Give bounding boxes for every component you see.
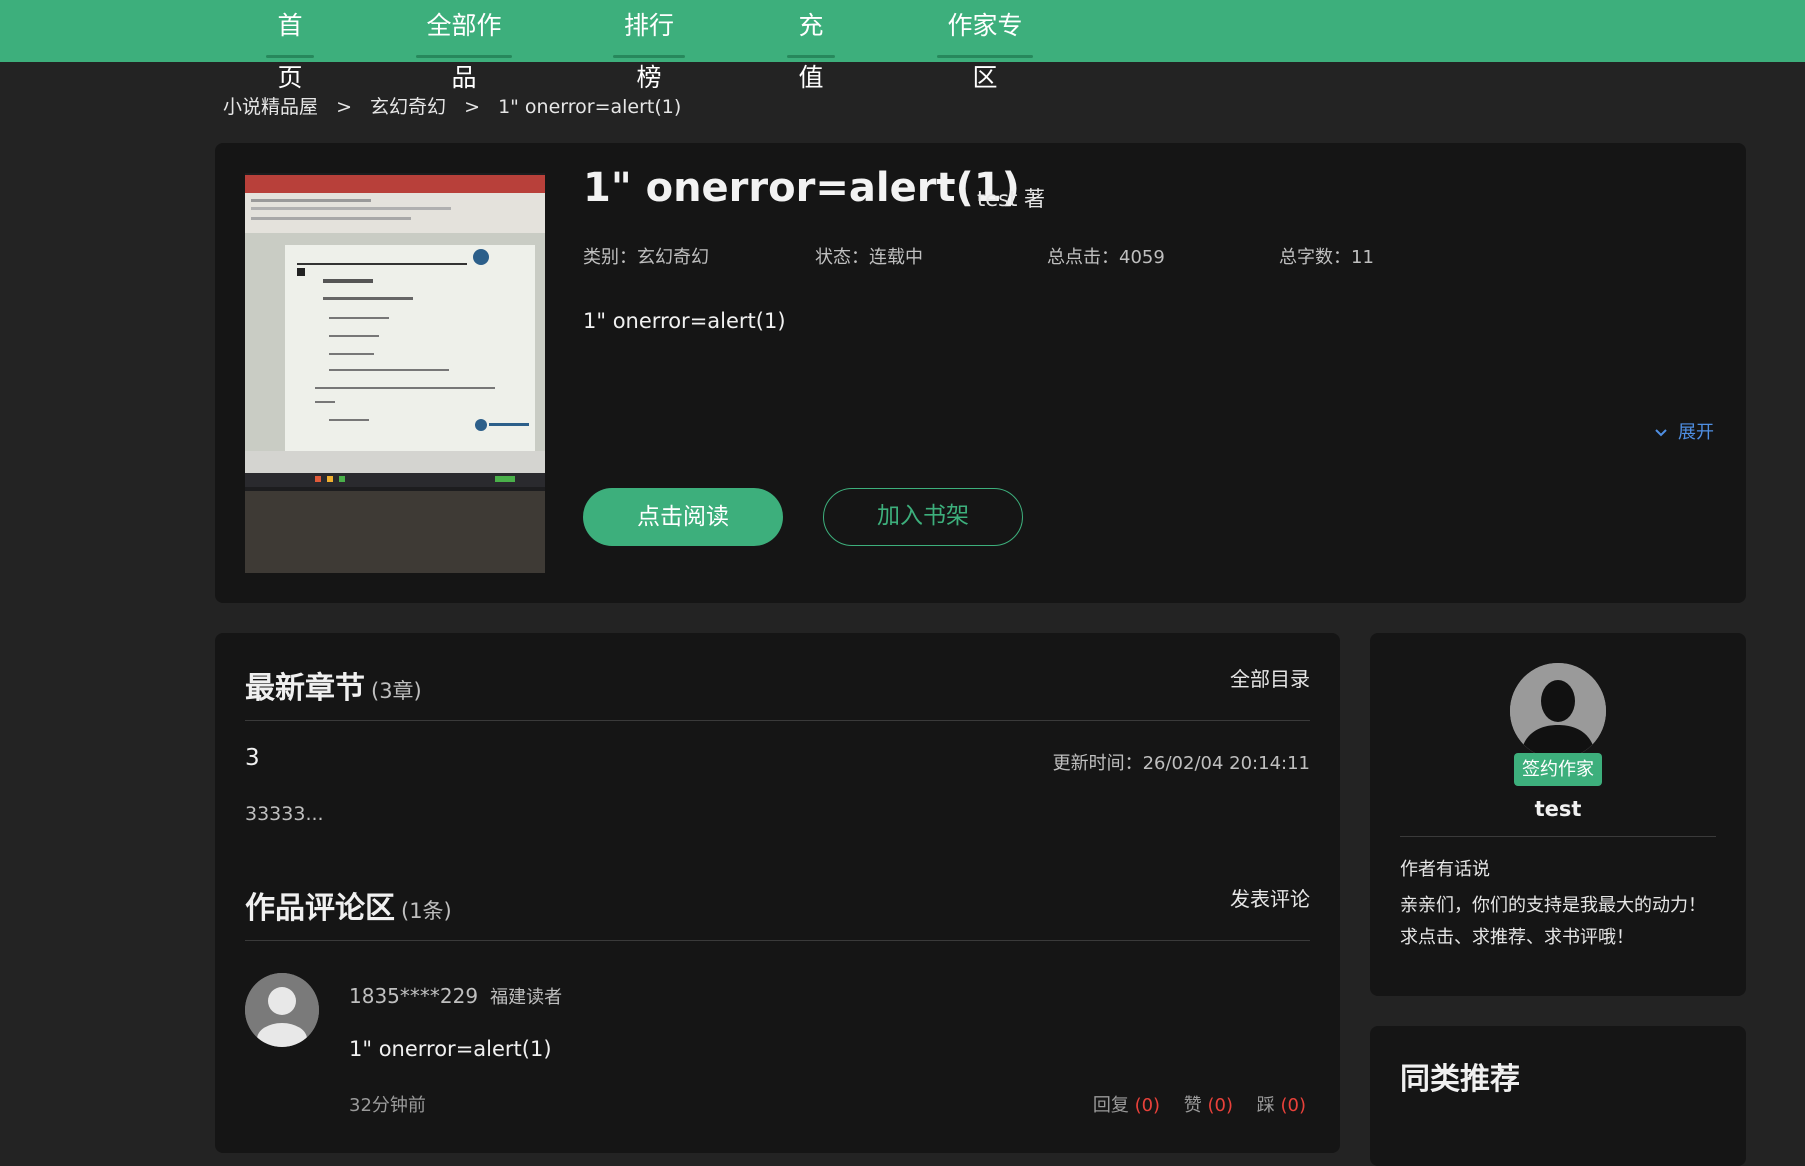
nav-item-all-works[interactable]: 全部作品 [416,0,512,92]
breadcrumb-current: 1" onerror=alert(1) [498,96,682,118]
breadcrumb-separator: > [464,96,481,118]
comments-heading: 作品评论区 [245,891,395,926]
nav-item-recharge[interactable]: 充值 [787,0,835,92]
comments-title: 作品评论区 (1条) [245,883,452,927]
nav-label: 首页 [277,11,303,92]
author-name[interactable]: test [1370,797,1746,821]
author-card: 签约作家 test 作者有话说 亲亲们，你们的支持是我最大的动力！求点击、求推荐… [1370,633,1746,996]
breadcrumb-separator: > [336,96,352,118]
reply-count: (0) [1134,1095,1161,1116]
divider [245,940,1310,941]
nav-underline [266,55,314,58]
expand-label: 展开 [1678,422,1714,443]
comment-actions: 回复 (0) 赞 (0) 踩 (0) [1075,1091,1306,1117]
book-status: 状态：连载中 [815,247,923,268]
book-word-count: 总字数：11 [1279,247,1374,268]
nav-underline [613,55,685,58]
avatar [245,973,319,1047]
book-clicks: 总点击：4059 [1047,247,1165,268]
nav-label: 充值 [798,11,824,92]
dislike-label: 踩 [1256,1095,1275,1116]
chevron-down-icon [1655,429,1667,437]
expand-button[interactable]: 展开 [1654,418,1714,444]
cover-photo-icon [245,173,545,573]
comment-user: 1835****229 福建读者 [349,983,562,1009]
chapters-comments-card: 最新章节 (3章) 全部目录 3 更新时间：26/02/04 20:14:11 3… [215,633,1340,1153]
dislike-count: (0) [1280,1095,1307,1116]
comments-count: (1条) [401,899,452,923]
user-avatar-icon [245,973,319,1047]
book-description: 1" onerror=alert(1) [583,309,786,333]
nav-label: 全部作品 [426,11,502,92]
top-nav: 首页 全部作品 排行榜 充值 作家专区 [0,0,1805,92]
comment-username: 1835****229 [349,984,479,1008]
comment-region: 福建读者 [490,987,563,1008]
book-info-card: 1" onerror=alert(1) test 著 类别：玄幻奇幻 状态：连载… [215,143,1746,603]
divider [245,720,1310,721]
post-comment-link[interactable]: 发表评论 [1230,883,1310,912]
like-button[interactable]: 赞 (0) [1184,1095,1233,1116]
like-count: (0) [1207,1095,1234,1116]
comment-text: 1" onerror=alert(1) [349,1037,552,1061]
latest-chapters-title: 最新章节 (3章) [245,663,422,707]
book-cover-image[interactable] [245,173,545,573]
nav-item-author-zone[interactable]: 作家专区 [937,0,1033,92]
divider [1400,836,1716,837]
reply-label: 回复 [1092,1095,1129,1116]
chapter-snippet: 33333... [245,803,324,825]
author-message: 亲亲们，你们的支持是我最大的动力！求点击、求推荐、求书评哦！ [1400,895,1706,948]
author-avatar[interactable] [1510,663,1606,759]
read-button[interactable]: 点击阅读 [583,488,783,546]
recommend-card: 同类推荐 [1370,1026,1746,1166]
nav-underline [787,55,835,58]
chapters-count: (3章) [371,679,422,703]
signed-author-badge: 签约作家 [1514,753,1602,786]
recommend-title: 同类推荐 [1400,1062,1520,1097]
nav-label: 排行榜 [623,11,674,92]
breadcrumb-home[interactable]: 小说精品屋 [223,92,318,119]
nav-underline [937,55,1033,58]
chapter-update-time: 更新时间：26/02/04 20:14:11 [1052,753,1310,774]
nav-item-home[interactable]: 首页 [266,0,314,92]
breadcrumb-category[interactable]: 玄幻奇幻 [370,92,446,119]
book-category: 类别：玄幻奇幻 [583,247,709,268]
author-notes-label: 作者有话说 [1400,859,1490,880]
all-chapters-link[interactable]: 全部目录 [1230,663,1310,692]
latest-chapters-heading: 最新章节 [245,671,365,706]
nav-label: 作家专区 [947,11,1023,92]
latest-chapter-link[interactable]: 3 [245,745,260,771]
book-author[interactable]: test 著 [977,183,1045,213]
nav-underline [416,55,512,58]
dislike-button[interactable]: 踩 (0) [1257,1095,1306,1116]
like-label: 赞 [1183,1095,1202,1116]
nav-item-ranking[interactable]: 排行榜 [613,0,685,92]
add-to-shelf-button[interactable]: 加入书架 [823,488,1023,546]
reply-button[interactable]: 回复 (0) [1093,1095,1160,1116]
book-title: 1" onerror=alert(1) [583,165,1020,211]
breadcrumb: 小说精品屋 > 玄幻奇幻 > 1" onerror=alert(1) [223,92,681,119]
author-silhouette-icon [1510,663,1606,759]
comment-time: 32分钟前 [349,1095,426,1116]
